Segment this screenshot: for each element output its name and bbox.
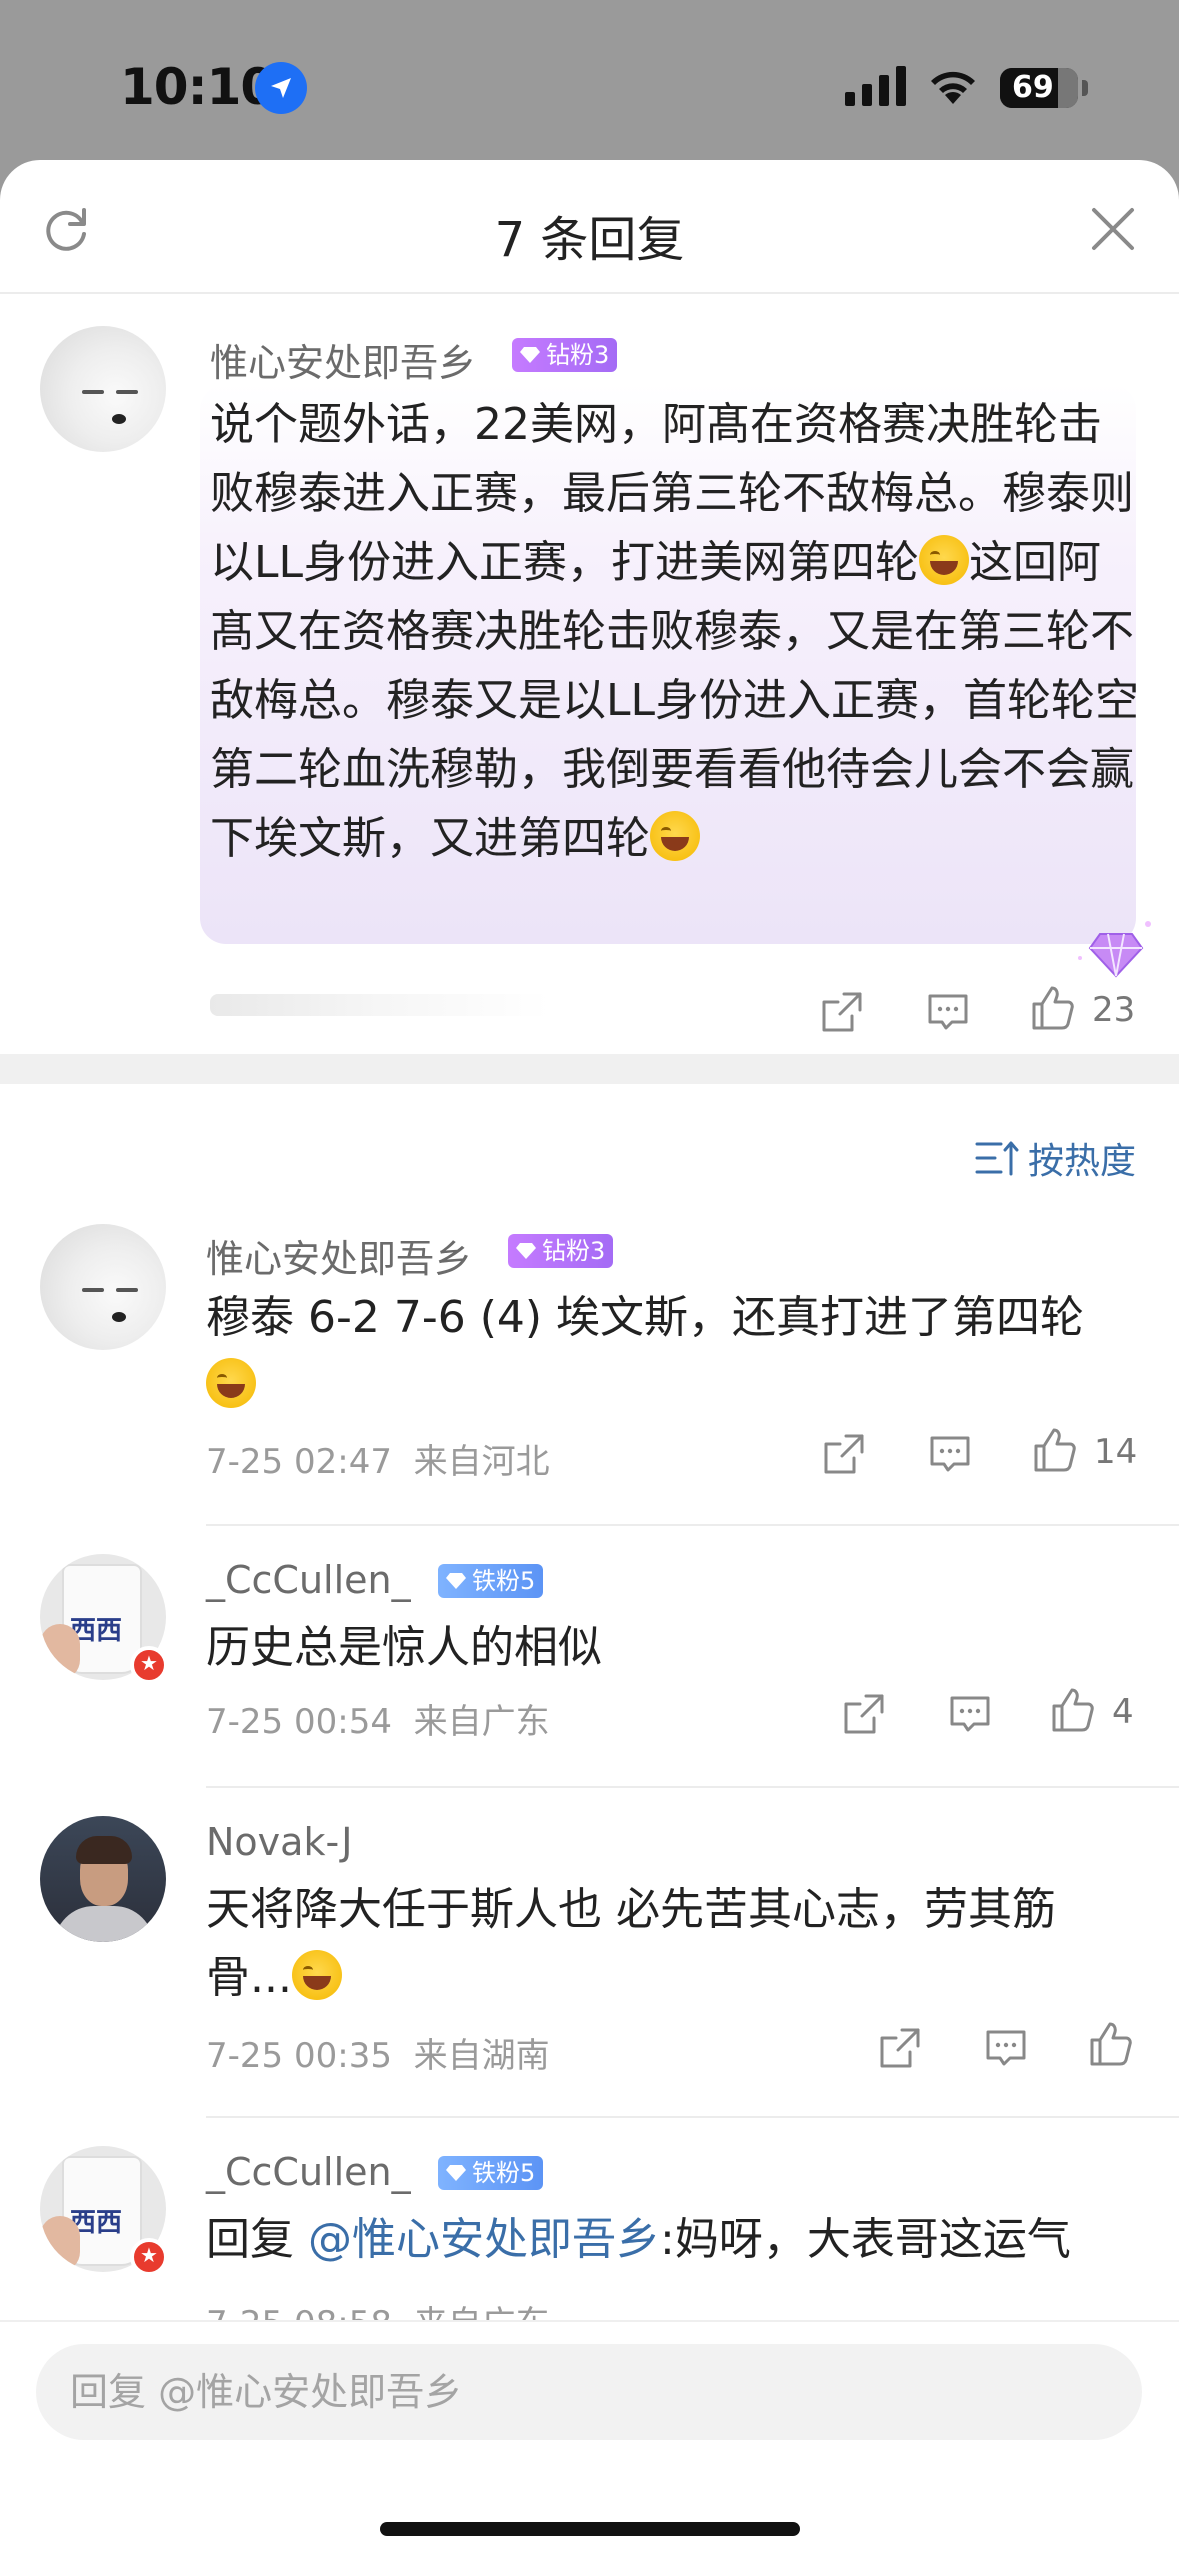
reply-item: 惟心安处即吾乡 钻粉3 穆泰 6-2 7-6 (4) 埃文斯，还真打进了第四轮 … [0, 1224, 1179, 1494]
reply-meta: 7-25 00:35 来自湖南 [206, 2028, 550, 2077]
comment-username[interactable]: 惟心安处即吾乡 [210, 332, 476, 387]
reply-item: 西西 _CcCullen_ 铁粉5 历史总是惊人的相似 7-25 00:54 来… [0, 1554, 1179, 1784]
cellular-signal-icon [845, 66, 906, 106]
main-comment: 惟心安处即吾乡 钻粉3 说个题外话，22美网，阿髙在资格赛决胜轮击败穆泰进入正赛… [0, 294, 1179, 1054]
like-icon[interactable] [1086, 2020, 1134, 2068]
sheet-header: 7 条回复 [0, 160, 1179, 294]
fan-badge: 铁粉5 [438, 1564, 544, 1598]
reply-time: 7-25 02:47 [206, 1442, 392, 1482]
reply-divider [206, 1786, 1179, 1788]
avatar-hand [40, 2216, 80, 2272]
avatar-eye [116, 1288, 138, 1292]
battery-tip [1082, 80, 1088, 96]
reply-text: 穆泰 6-2 7-6 (4) 埃文斯，还真打进了第四轮 [206, 1284, 1126, 1420]
verified-star-icon [130, 2238, 168, 2276]
diamond-icon [446, 1573, 466, 1589]
diamond-decoration-icon [1078, 921, 1151, 978]
comment-text: 说个题外话，22美网，阿髙在资格赛决胜轮击败穆泰进入正赛，最后第三轮不敌梅总。穆… [210, 390, 1140, 873]
close-icon[interactable] [1090, 206, 1136, 252]
reply-username[interactable]: _CcCullen_ [206, 1558, 411, 1602]
like-count: 4 [1112, 1692, 1134, 1732]
reply-text: 历史总是惊人的相似 [206, 1622, 602, 1673]
comment-icon[interactable] [946, 1690, 994, 1738]
share-icon[interactable] [820, 1430, 868, 1478]
mention-link[interactable]: @惟心安处即吾乡 [308, 2214, 660, 2265]
avatar-nose [112, 1312, 126, 1322]
sort-icon [975, 1141, 1019, 1176]
reply-text-body: :妈呀，大表哥这运气 [660, 2214, 1071, 2265]
avatar-hair [76, 1836, 132, 1864]
reply-divider [206, 1524, 1179, 1526]
share-icon[interactable] [840, 1690, 888, 1738]
battery-indicator: 69 [1000, 68, 1078, 108]
share-icon[interactable] [818, 988, 866, 1036]
like-icon[interactable] [1030, 1426, 1078, 1474]
reply-time: 7-25 00:54 [206, 1702, 392, 1742]
reply-username[interactable]: _CcCullen_ [206, 2150, 411, 2194]
avatar[interactable] [40, 1224, 166, 1350]
blurred-meta [210, 994, 550, 1016]
reply-location: 来自河北 [413, 1442, 550, 1482]
reply-location: 来自广东 [413, 1702, 550, 1742]
like-count: 14 [1094, 1432, 1138, 1472]
fan-badge-label: 钻粉3 [546, 341, 610, 369]
fan-badge-label: 铁粉5 [472, 2159, 536, 2187]
diamond-icon [516, 1243, 536, 1259]
reply-input-container[interactable] [36, 2344, 1142, 2440]
reply-text: 天将降大任于斯人也 必先苦其心志，劳其筋骨... [206, 1876, 1136, 2012]
sort-toggle[interactable]: 按热度 [0, 1120, 1179, 1200]
section-divider [0, 1054, 1179, 1084]
sheet-title: 7 条回复 [494, 212, 685, 268]
reply-input-bar [0, 2320, 1179, 2556]
laughing-emoji-icon [291, 1950, 342, 2000]
status-bar: 10:10 69 [0, 0, 1179, 160]
avatar-eye [116, 390, 138, 394]
diamond-icon [446, 2165, 466, 2181]
avatar-shirt [54, 1906, 154, 1942]
fan-badge: 钻粉3 [512, 338, 618, 372]
reply-item: Novak-J 天将降大任于斯人也 必先苦其心志，劳其筋骨... 7-25 00… [0, 1816, 1179, 2116]
avatar-eye [82, 390, 104, 394]
like-count: 23 [1092, 990, 1136, 1030]
reply-location: 来自湖南 [413, 2036, 550, 2076]
comment-icon[interactable] [926, 1430, 974, 1478]
reply-meta: 7-25 02:47 来自河北 [206, 1434, 550, 1483]
avatar-nose [112, 414, 126, 424]
home-indicator[interactable] [380, 2522, 800, 2536]
reply-text: 回复 @惟心安处即吾乡:妈呀，大表哥这运气 [206, 2206, 1146, 2274]
reply-meta: 7-25 00:54 来自广东 [206, 1694, 550, 1743]
wifi-icon [931, 71, 975, 104]
reply-username[interactable]: 惟心安处即吾乡 [206, 1228, 472, 1283]
battery-level: 69 [1012, 70, 1054, 105]
laughing-emoji-icon [919, 535, 970, 585]
reply-username[interactable]: Novak-J [206, 1820, 353, 1864]
like-icon[interactable] [1048, 1686, 1096, 1734]
crying-laughing-emoji-icon [650, 811, 700, 861]
status-time: 10:10 [120, 58, 275, 116]
like-icon[interactable] [1028, 984, 1076, 1032]
comment-icon[interactable] [924, 988, 972, 1036]
location-arrow-icon [255, 62, 307, 114]
crying-laughing-emoji-icon [206, 1358, 256, 1408]
avatar-hand [40, 1624, 80, 1680]
reply-item: 西西 _CcCullen_ 铁粉5 回复 @惟心安处即吾乡:妈呀，大表哥这运气 … [0, 2146, 1179, 2346]
comment-icon[interactable] [982, 2024, 1030, 2072]
verified-star-icon [130, 1646, 168, 1684]
share-icon[interactable] [876, 2024, 924, 2072]
reply-time: 7-25 00:35 [206, 2036, 392, 2076]
reply-text-body: 穆泰 6-2 7-6 (4) 埃文斯，还真打进了第四轮 [206, 1292, 1085, 1343]
avatar-eye [82, 1288, 104, 1292]
diamond-icon [520, 347, 540, 363]
reply-divider [206, 2116, 1179, 2118]
avatar[interactable] [40, 326, 166, 452]
fan-badge: 钻粉3 [508, 1234, 614, 1268]
fan-badge: 铁粉5 [438, 2156, 544, 2190]
avatar[interactable] [40, 1816, 166, 1942]
reply-input[interactable] [70, 2362, 1110, 2422]
fan-badge-label: 铁粉5 [472, 1567, 536, 1595]
reply-prefix: 回复 [206, 2214, 308, 2265]
fan-badge-label: 钻粉3 [542, 1237, 606, 1265]
sort-label: 按热度 [1028, 1141, 1137, 1182]
replies-sheet: 7 条回复 惟心安处即吾乡 钻粉3 说个题外话，22美网，阿髙在资格赛决胜轮击败… [0, 160, 1179, 2556]
